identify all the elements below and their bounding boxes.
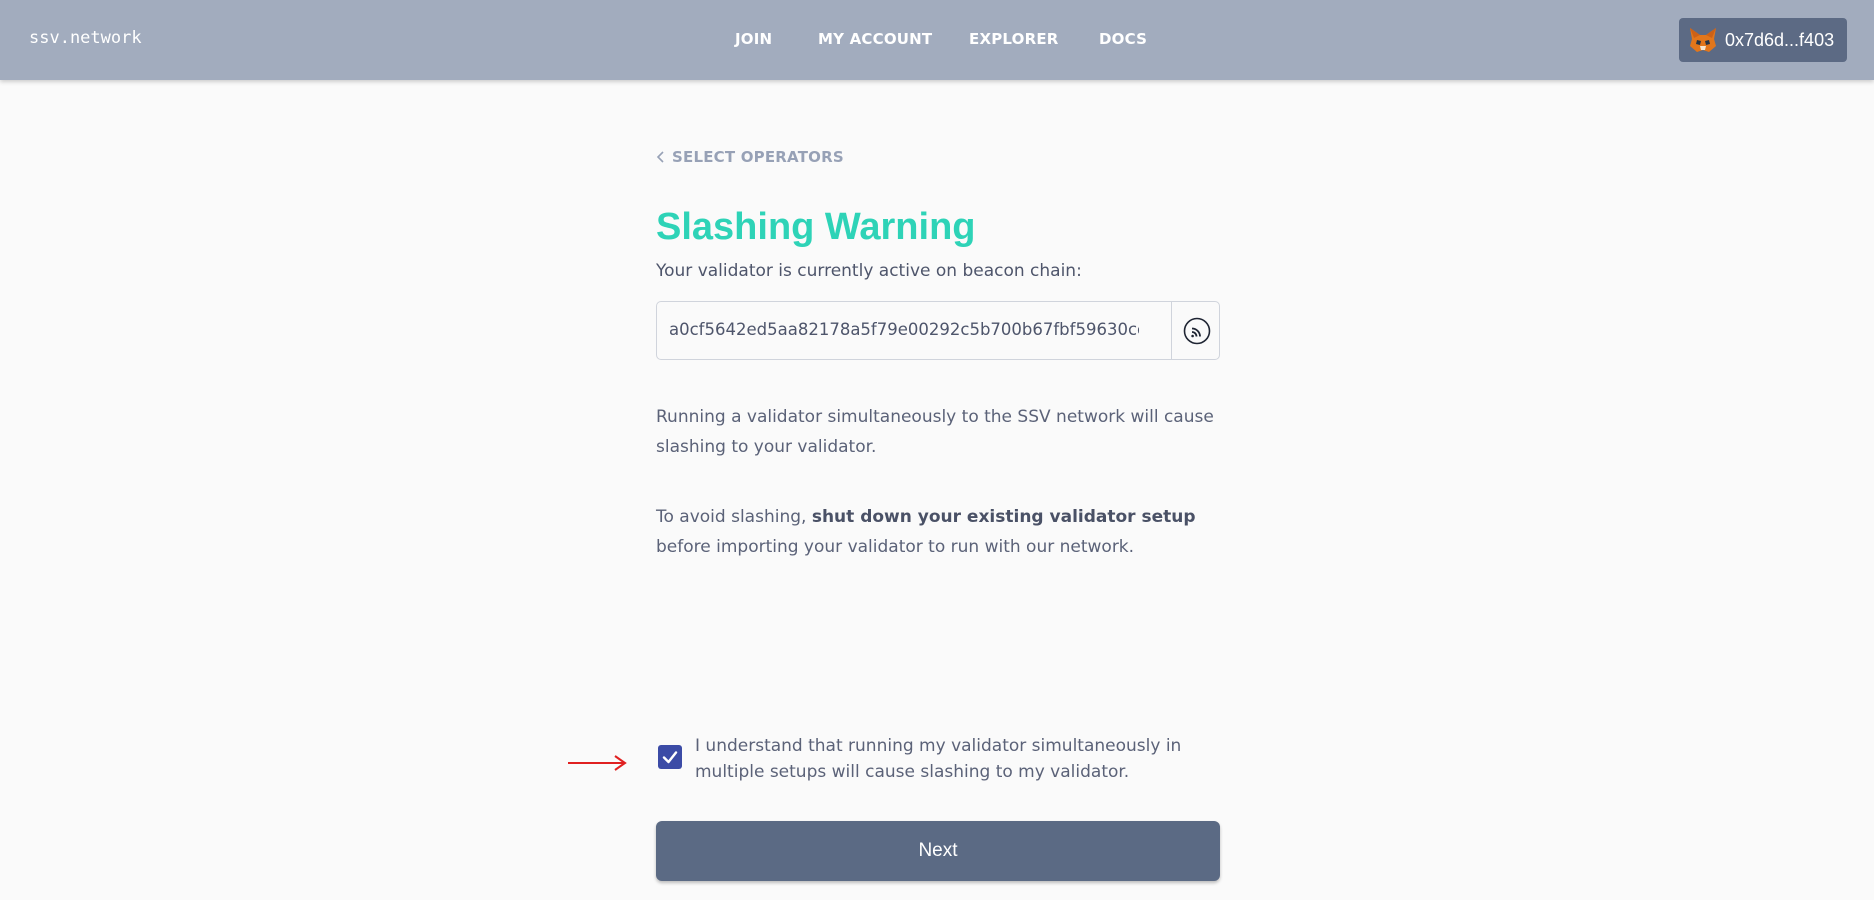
confirm-checkbox[interactable] <box>658 745 682 769</box>
page-subtitle: Your validator is currently active on be… <box>656 261 1082 281</box>
wallet-address: 0x7d6d...f403 <box>1725 30 1835 50</box>
validator-key-input[interactable] <box>669 320 1139 339</box>
main-nav: JOIN MY ACCOUNT EXPLORER DOCS <box>0 30 1874 50</box>
validator-key-field <box>656 301 1220 360</box>
next-button[interactable]: Next <box>656 821 1220 881</box>
confirm-row: I understand that running my validator s… <box>656 733 1220 789</box>
metamask-fox-icon <box>1690 28 1716 52</box>
confirm-label[interactable]: I understand that running my validator s… <box>695 733 1215 785</box>
beacon-chain-icon[interactable] <box>1183 317 1211 345</box>
advice-suffix: before importing your validator to run w… <box>656 537 1135 557</box>
advice-emphasis: shut down your existing validator setup <box>811 507 1196 527</box>
advice-prefix: To avoid slashing, <box>656 507 812 527</box>
nav-my-account[interactable]: MY ACCOUNT <box>818 30 932 48</box>
nav-docs[interactable]: DOCS <box>1099 30 1147 48</box>
top-navbar: ssv.network JOIN MY ACCOUNT EXPLORER DOC… <box>0 0 1874 80</box>
annotation-arrow-icon <box>568 755 627 771</box>
slashing-advice: To avoid slashing, shut down your existi… <box>656 502 1220 562</box>
nav-explorer[interactable]: EXPLORER <box>969 30 1059 48</box>
back-link-label: SELECT OPERATORS <box>672 148 844 166</box>
chevron-left-icon <box>656 151 664 163</box>
wallet-button[interactable]: 0x7d6d...f403 <box>1679 18 1847 62</box>
field-divider <box>1171 302 1172 359</box>
page-title: Slashing Warning <box>656 206 976 248</box>
nav-join[interactable]: JOIN <box>735 30 772 48</box>
slashing-explanation: Running a validator simultaneously to th… <box>656 407 1214 457</box>
back-link[interactable]: SELECT OPERATORS <box>656 148 844 166</box>
checkmark-icon <box>662 751 678 764</box>
